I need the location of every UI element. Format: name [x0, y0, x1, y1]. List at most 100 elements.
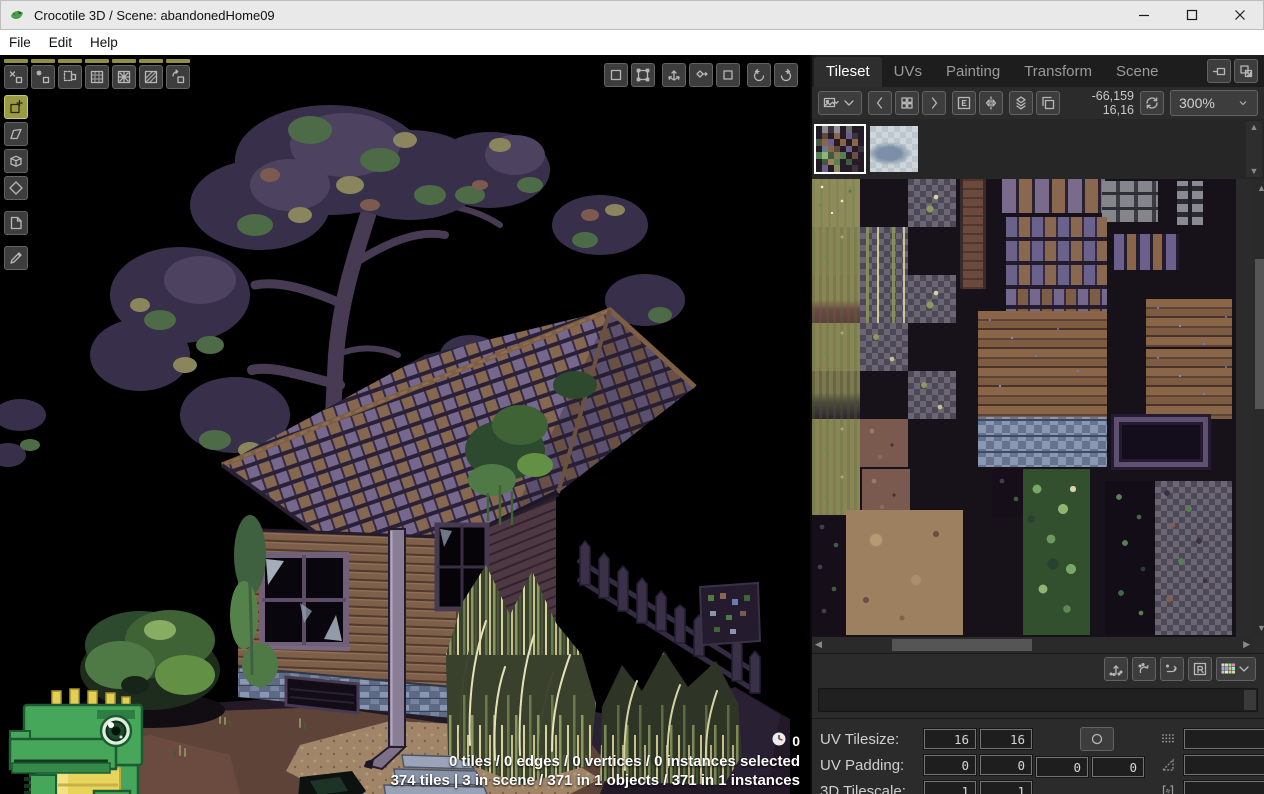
tileset-tile-purplePosts[interactable] [1114, 234, 1179, 270]
tileset-tile-shingleCap[interactable] [1002, 179, 1105, 213]
tab-painting[interactable]: Painting [934, 57, 1012, 87]
tileset-tile-grassSoil[interactable] [812, 275, 860, 323]
tileset-canvas[interactable] [812, 179, 1236, 637]
value-field[interactable]: 1 [924, 781, 976, 794]
tab-transform[interactable]: Transform [1012, 57, 1104, 87]
undo-button[interactable] [747, 63, 771, 87]
box-tool-button[interactable] [4, 149, 28, 173]
maximize-icon[interactable] [1168, 0, 1216, 30]
minimize-icon[interactable] [1120, 0, 1168, 30]
dock-button[interactable] [1207, 59, 1231, 83]
tileset-tile-grassPlain[interactable] [812, 323, 860, 371]
tileset-tile-grassPlain[interactable] [812, 227, 860, 275]
value-field[interactable]: 0 [1036, 757, 1088, 777]
tileset-vscrollbar[interactable]: ▲ ▼ [1253, 179, 1264, 637]
edit-e-button[interactable] [952, 91, 976, 115]
add-tile-tool-button[interactable] [4, 95, 28, 119]
menu-help[interactable]: Help [81, 30, 127, 55]
menu-edit[interactable]: Edit [40, 30, 81, 55]
menu-file[interactable]: File [0, 30, 40, 55]
tileset-tile-foliageSparse[interactable] [1105, 481, 1155, 635]
redo-button[interactable] [774, 63, 798, 87]
value-field[interactable]: 16 [924, 729, 976, 749]
mirror-button[interactable] [979, 91, 1003, 115]
tileset-tile-dirtRocky[interactable] [862, 469, 910, 512]
close-icon[interactable] [1216, 0, 1264, 30]
title-bar[interactable]: Crocotile 3D / Scene: abandonedHome09 [0, 0, 1264, 30]
value-field[interactable]: 12 [1184, 729, 1264, 749]
quad-tool-button[interactable] [4, 122, 28, 146]
tileset-tile-grassPlain[interactable] [812, 467, 860, 515]
tileset-tile-planks[interactable] [978, 311, 1108, 417]
circle-button[interactable] [1080, 727, 1114, 751]
select-box-button[interactable] [604, 63, 628, 87]
tileset-tile-cobble[interactable] [978, 417, 1108, 467]
spray-tool-button[interactable] [31, 65, 55, 89]
rect-tool-button[interactable] [716, 63, 740, 87]
tileset-tile-foliageDark[interactable] [992, 469, 1023, 517]
value-field[interactable]: 16 [980, 729, 1032, 749]
tileset-tile-dirtPath[interactable] [846, 510, 964, 635]
tileset-tile-grassPlain[interactable] [812, 419, 860, 467]
burst-tool-button[interactable] [112, 65, 136, 89]
palette-strip[interactable] [818, 688, 1258, 712]
knife-tool-button[interactable] [4, 65, 28, 89]
popout-button[interactable] [1234, 59, 1258, 83]
refresh-tileset-button[interactable] [1140, 91, 1164, 115]
scale-tool-button[interactable] [689, 63, 713, 87]
grid-pick-button[interactable] [895, 91, 919, 115]
value-field[interactable]: 1 [980, 781, 1032, 794]
hscroll-thumb[interactable] [892, 639, 1032, 651]
tileset-tile-planks[interactable] [1146, 349, 1232, 419]
image-pick-button[interactable] [818, 91, 862, 115]
strip-handle[interactable] [1244, 690, 1256, 710]
prev-button[interactable] [868, 91, 892, 115]
value-field[interactable]: 0 [1092, 757, 1144, 777]
tileset-tile-bushGreen[interactable] [1023, 469, 1090, 635]
duplicate-button[interactable] [1036, 91, 1060, 115]
r-badge-button[interactable] [1188, 657, 1212, 681]
move-tool-button[interactable] [662, 63, 686, 87]
tileset-tile-foliageDark[interactable] [812, 515, 846, 635]
tab-tileset[interactable]: Tileset [814, 57, 882, 87]
select-tiles-tool-button[interactable] [58, 65, 82, 89]
scroll-down-icon[interactable]: ▼ [1253, 622, 1264, 634]
tab-uvs[interactable]: UVs [882, 57, 934, 87]
scroll-left-icon[interactable]: ◀ [815, 638, 822, 650]
pencil-tool-button[interactable] [4, 246, 28, 270]
tileset-tile-windowTile[interactable] [1114, 417, 1208, 467]
tileset-tile-woodPost[interactable] [960, 179, 986, 289]
tileset-tile-checkerFoliage[interactable] [1155, 481, 1232, 635]
tileset-thumbnail-2[interactable] [870, 126, 918, 172]
vscroll-thumb[interactable] [1255, 259, 1264, 409]
value-field[interactable]: 0 [980, 755, 1032, 775]
tileset-hscrollbar[interactable]: ◀ ▶ [812, 637, 1253, 653]
tileset-tile-dirtRocky[interactable] [860, 419, 908, 467]
tileset-tile-checkerTuft[interactable] [908, 371, 956, 419]
scroll-right-icon[interactable]: ▶ [1243, 638, 1250, 650]
arrange-arrow-button[interactable] [1160, 657, 1184, 681]
tileset-tile-grassDark[interactable] [812, 371, 860, 419]
scene-viewport[interactable]: 0 0 tiles / 0 edges / 0 vertices / 0 ins… [0, 55, 810, 794]
tileset-tile-shinglesA[interactable] [1006, 217, 1107, 289]
tileset-tile-greyBars[interactable] [1177, 181, 1203, 224]
tileset-tile-checkerReeds[interactable] [860, 227, 908, 323]
value-field[interactable]: 0 [924, 755, 976, 775]
next-button[interactable] [922, 91, 946, 115]
scroll-up-icon[interactable]: ▲ [1253, 182, 1264, 194]
tileset-thumbnail-1[interactable] [816, 126, 864, 172]
tileset-tile-planks[interactable] [1146, 299, 1232, 347]
tab-scene[interactable]: Scene [1104, 57, 1171, 87]
arrange-up-button[interactable] [1104, 657, 1128, 681]
tileset-zoom-select[interactable]: 300% [1170, 90, 1258, 116]
select-cage-button[interactable] [631, 63, 655, 87]
value-field[interactable]: 1 [1184, 781, 1264, 794]
tileset-tile-checkerGrass[interactable] [908, 179, 956, 227]
rotate-tile-tool-button[interactable] [166, 65, 190, 89]
shade-tool-button[interactable] [139, 65, 163, 89]
diamond-tool-button[interactable] [4, 176, 28, 200]
scroll-up-icon[interactable]: ▲ [1250, 121, 1259, 133]
scroll-down-icon[interactable]: ▼ [1250, 165, 1259, 177]
tileset-tile-checkerTuft[interactable] [860, 323, 908, 371]
value-field[interactable]: 5 [1184, 755, 1264, 775]
